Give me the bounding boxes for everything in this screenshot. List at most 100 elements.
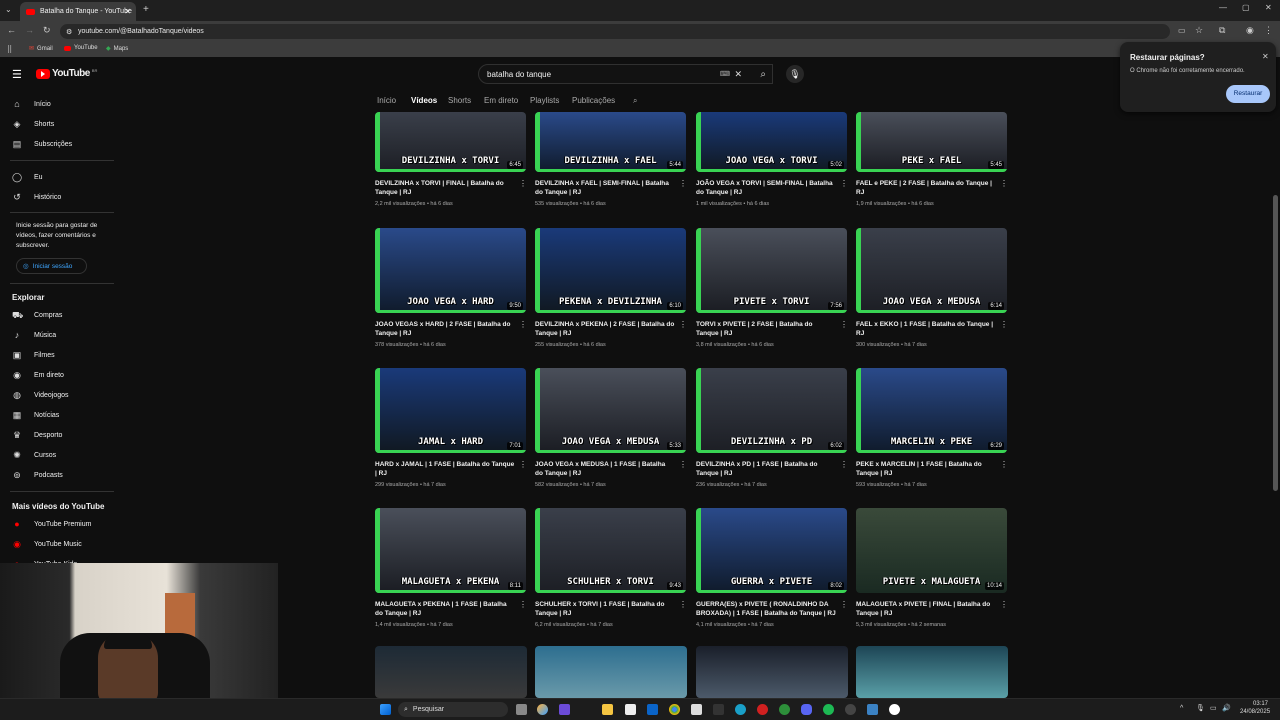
video-title[interactable]: PEKE x MARCELIN | 1 FASE | Batalha do Ta… [856,460,996,478]
more-options-icon[interactable]: ⋮ [840,179,848,188]
video-card[interactable]: DEVILZINHA x PD 6:02 DEVILZINHA x PD | 1 F… [696,368,848,488]
channel-search-icon[interactable]: ⌕ [633,96,637,106]
more-options-icon[interactable]: ⋮ [519,179,527,188]
copilot-icon[interactable] [537,704,548,715]
microphone-tray-icon[interactable]: 🎙 [1196,704,1205,712]
video-title[interactable]: JOAO VEGAS x HARD | 2 FASE | Batalha do … [375,320,515,338]
video-title[interactable]: FAEL e PEKE | 2 FASE | Batalha do Tanque… [856,179,996,197]
sidebar-item-shorts[interactable]: ◈ Shorts [12,117,55,131]
tab-inicio[interactable]: Início [377,96,396,105]
video-card[interactable]: PEKE x FAEL 5:45 FAEL e PEKE | 2 FASE | Ba… [856,112,1008,207]
video-card[interactable]: JOAO VEGA x HARD 9:50 JOAO VEGAS x HARD | … [375,228,527,348]
spotify-icon[interactable] [823,704,834,715]
bookmark-gmail[interactable]: ✉ Gmail [29,45,53,53]
sidebar-item-youtube-music[interactable]: ◉ YouTube Music [12,537,82,551]
more-options-icon[interactable]: ⋮ [1000,600,1008,609]
video-thumbnail[interactable]: DEVILZINHA x PD 6:02 [696,368,847,453]
video-title[interactable]: HARD x JAMAL | 1 FASE | Batalha do Tanqu… [375,460,515,478]
minimize-icon[interactable]: — [1219,3,1227,12]
forward-icon[interactable]: → [25,25,34,35]
video-thumbnail[interactable]: MALAGUETA x PEKENA 8:11 [375,508,526,593]
video-title[interactable]: MALAGUETA x PIVETE | FINAL | Batalha do … [856,600,996,618]
video-thumbnail[interactable]: JOAO VEGA x TORVI 5:02 [696,112,847,172]
more-options-icon[interactable]: ⋮ [679,320,687,329]
video-title[interactable]: JOÃO VEGA x TORVI | SEMI-FINAL | Batalha… [696,179,836,197]
clear-search-icon[interactable]: ✕ [734,69,742,80]
search-icon[interactable]: ⌕ [760,69,766,80]
video-card[interactable]: PEKENA x DEVILZINHA 6:10 DEVILZINHA x PEKE… [535,228,687,348]
more-options-icon[interactable]: ⋮ [840,460,848,469]
apps-icon[interactable]: ⣿ [7,45,12,53]
video-title[interactable]: JOAO VEGA x MEDUSA | 1 FASE | Batalha do… [535,460,675,478]
new-tab-icon[interactable]: + [143,4,149,15]
thumbnail-partial[interactable] [856,646,1008,698]
more-options-icon[interactable]: ⋮ [519,460,527,469]
bookmark-maps[interactable]: ◆ Maps [106,45,128,53]
reload-icon[interactable]: ↻ [43,25,51,36]
opera-icon[interactable] [757,704,768,715]
more-options-icon[interactable]: ⋮ [1000,179,1008,188]
media-player-icon[interactable] [889,704,900,715]
sidebar-item-podcasts[interactable]: ⊚ Podcasts [12,468,63,482]
sidebar-item-inicio[interactable]: ⌂ Início [12,97,50,111]
video-thumbnail[interactable]: GUERRA x PIVETE 8:02 [696,508,847,593]
video-title[interactable]: GUERRA(ES) x PIVETE ( RONALDINHO DA BROX… [696,600,836,618]
thumbnail-partial[interactable] [696,646,848,698]
hamburger-menu-icon[interactable]: ☰ [12,68,22,81]
video-title[interactable]: FAEL x EKKO | 1 FASE | Batalha do Tanque… [856,320,996,338]
taskbar-search[interactable]: ⌕ Pesquisar [398,702,508,717]
sidebar-item-noticias[interactable]: ▦ Notícias [12,408,60,422]
url-input[interactable]: ⚙ youtube.com/@BatalhadoTanque/videos [60,24,1170,39]
video-title[interactable]: DEVILZINHA x PEKENA | 2 FASE | Batalha d… [535,320,675,338]
app-icon[interactable] [779,704,790,715]
volume-icon[interactable]: 🔊 [1222,704,1231,712]
video-title[interactable]: TORVI x PIVETE | 2 FASE | Batalha do Tan… [696,320,836,338]
thumbnail-partial[interactable] [375,646,527,698]
clock-date[interactable]: 24/08/2025 [1240,709,1270,715]
bookmark-youtube[interactable]: YouTube [64,45,98,51]
tab-search-icon[interactable]: ⌄ [5,5,12,14]
task-view-icon[interactable] [516,704,527,715]
keyboard-icon[interactable]: ⌨ [720,70,730,78]
video-card[interactable]: JOAO VEGA x TORVI 5:02 JOÃO VEGA x TORVI |… [696,112,848,207]
more-options-icon[interactable]: ⋮ [1000,460,1008,469]
terminal-icon[interactable] [713,704,724,715]
sidebar-item-desporto[interactable]: ♛ Desporto [12,428,62,442]
sidebar-item-filmes[interactable]: ▣ Filmes [12,348,55,362]
bookmark-star-icon[interactable]: ☆ [1195,25,1203,36]
more-options-icon[interactable]: ⋮ [1000,320,1008,329]
video-title[interactable]: MALAGUETA x PEKENA | 1 FASE | Batalha do… [375,600,515,618]
search-input[interactable]: batalha do tanque ⌨ ✕ ⌕ [478,64,773,84]
video-card[interactable]: MALAGUETA x PEKENA 8:11 MALAGUETA x PEKENA… [375,508,527,628]
video-card[interactable]: DEVILZINHA x TORVI 6:45 DEVILZINHA x TORVI… [375,112,527,207]
voice-search-icon[interactable]: 🎙 [786,65,804,83]
sidebar-item-compras[interactable]: ⛟ Compras [12,308,62,322]
video-card[interactable]: MARCELIN x PEKE 6:29 PEKE x MARCELIN | 1 F… [856,368,1008,488]
more-options-icon[interactable]: ⋮ [679,600,687,609]
close-tab-icon[interactable]: ✕ [124,7,131,16]
video-card[interactable]: JOAO VEGA x MEDUSA 6:14 FAEL x EKKO | 1 FA… [856,228,1008,348]
video-title[interactable]: DEVILZINHA x TORVI | FINAL | Batalha do … [375,179,515,197]
sidebar-item-videojogos[interactable]: ◍ Videojogos [12,388,68,402]
tab-videos[interactable]: Vídeos [411,96,437,105]
video-thumbnail[interactable]: DEVILZINHA x TORVI 6:45 [375,112,526,172]
sidebar-item-eu[interactable]: ◯ Eu [12,170,43,184]
video-thumbnail[interactable]: PIVETE x TORVI 7:56 [696,228,847,313]
windows-start-icon[interactable] [380,704,391,715]
video-title[interactable]: DEVILZINHA x PD | 1 FASE | Batalha do Ta… [696,460,836,478]
browser-tab[interactable]: Batalha do Tanque - YouTube ✕ [20,2,136,21]
sidebar-item-em-direto[interactable]: ◉ Em direto [12,368,64,382]
video-thumbnail[interactable]: JOAO VEGA x MEDUSA 5:33 [535,368,686,453]
edge-icon[interactable] [735,704,746,715]
video-card[interactable]: PIVETE x TORVI 7:56 TORVI x PIVETE | 2 FAS… [696,228,848,348]
video-thumbnail[interactable]: SCHULHER x TORVI 9:43 [535,508,686,593]
sidebar-item-youtube-premium[interactable]: ● YouTube Premium [12,517,91,531]
more-options-icon[interactable]: ⋮ [840,600,848,609]
video-thumbnail[interactable]: PEKE x FAEL 5:45 [856,112,1007,172]
youtube-logo[interactable]: YouTube BR [36,68,97,79]
video-title[interactable]: SCHULHER x TORVI | 1 FASE | Batalha do T… [535,600,675,618]
tab-publicacoes[interactable]: Publicações [572,96,615,105]
extensions-icon[interactable]: ⧉ [1219,25,1225,36]
cast-icon[interactable]: ▭ [1178,26,1186,35]
back-icon[interactable]: ← [7,25,16,35]
